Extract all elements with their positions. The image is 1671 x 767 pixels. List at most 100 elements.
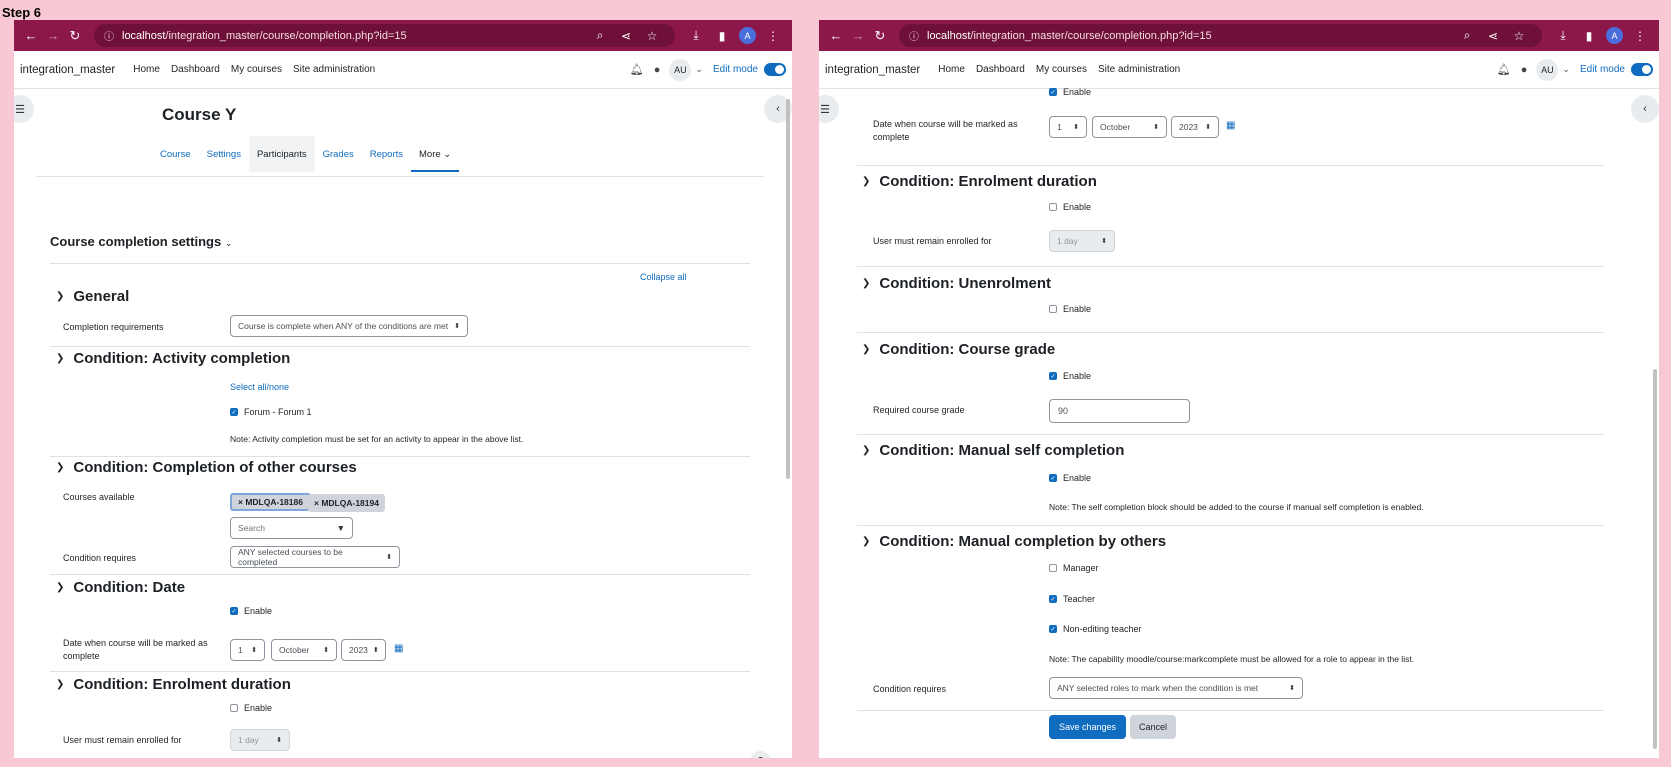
download-icon[interactable]: ⤓ [1550,28,1576,43]
nav-dashboard[interactable]: Dashboard [171,64,220,75]
section-manual-completion-by-others[interactable]: ❯ Condition: Manual completion by others [862,533,1166,550]
date-enable-checkbox[interactable]: ✓ Enable [1049,87,1091,97]
date-day-select[interactable]: 1 ⬍ [230,639,265,661]
completion-requirements-select[interactable]: Course is complete when ANY of the condi… [230,315,468,337]
forward-icon[interactable]: → [42,28,64,43]
checkbox[interactable] [1049,564,1057,572]
role-non-editing-teacher-checkbox[interactable]: ✓ Non-editing teacher [1049,624,1142,634]
chat-bubble-icon[interactable]: ● [1521,64,1528,76]
checkbox[interactable]: ✓ [1049,625,1057,633]
back-icon[interactable]: ← [825,28,847,43]
required-course-grade-input[interactable]: 90 [1049,399,1190,423]
date-year-select[interactable]: 2023 ⬍ [341,639,386,661]
tab-participants[interactable]: Participants [248,136,315,172]
save-changes-button[interactable]: Save changes [1049,715,1126,739]
nav-my-courses[interactable]: My courses [231,64,282,75]
help-button[interactable]: ? [750,751,771,758]
section-general[interactable]: ❯ General [56,288,129,305]
profile-avatar[interactable]: A [739,27,756,44]
section-manual-self-completion[interactable]: ❯ Condition: Manual self completion [862,442,1124,459]
share-icon[interactable]: ⋖ [1480,29,1506,43]
nav-my-courses[interactable]: My courses [1036,64,1087,75]
date-enable-checkbox[interactable]: ✓ Enable [230,606,272,616]
calendar-icon[interactable]: ▦ [1226,120,1235,131]
site-name[interactable]: integration_master [20,64,115,76]
nav-site-administration[interactable]: Site administration [293,64,375,75]
menu-kebab-icon[interactable]: ⋮ [760,29,786,43]
course-grade-enable-checkbox[interactable]: ✓ Enable [1049,371,1091,381]
role-teacher-checkbox[interactable]: ✓ Teacher [1049,594,1095,604]
remain-enrolled-select[interactable]: 1 day ⬍ [230,729,290,751]
user-avatar[interactable]: AU [1536,58,1559,81]
enrolment-enable-checkbox[interactable]: Enable [230,703,272,713]
tab-settings[interactable]: Settings [199,136,249,172]
zoom-icon[interactable]: ⌕ [1454,28,1480,43]
roles-condition-requires-select[interactable]: ANY selected roles to mark when the cond… [1049,677,1303,699]
page-heading[interactable]: Course completion settings ⌄ [50,234,232,249]
date-year-select[interactable]: 2023 ⬍ [1171,116,1219,138]
checkbox[interactable]: ✓ [230,607,238,615]
nav-home[interactable]: Home [938,64,965,75]
nav-home[interactable]: Home [133,64,160,75]
info-icon[interactable]: ⓘ [104,28,114,43]
role-manager-checkbox[interactable]: Manager [1049,563,1099,573]
course-index-icon[interactable]: ☰ [819,95,839,123]
back-icon[interactable]: ← [20,28,42,43]
chevron-left-icon[interactable]: ‹ [1631,95,1659,123]
checkbox[interactable]: ✓ [1049,474,1057,482]
select-all-none-link[interactable]: Select all/none [230,382,289,392]
scrollbar[interactable] [1653,369,1657,749]
courses-condition-requires-select[interactable]: ANY selected courses to be completed ⬍ [230,546,400,568]
side-panel-icon[interactable]: ▮ [1576,29,1602,43]
collapse-all-link[interactable]: Collapse all [640,272,687,282]
tab-grades[interactable]: Grades [315,136,362,172]
reload-icon[interactable]: ↻ [869,28,891,44]
checkbox[interactable] [1049,203,1057,211]
address-bar[interactable]: ⓘ localhost/integration_master/course/co… [94,24,675,47]
checkbox[interactable] [1049,305,1057,313]
user-avatar[interactable]: AU [669,58,692,81]
course-index-icon[interactable]: ☰ [14,95,34,123]
section-completion-other-courses[interactable]: ❯ Condition: Completion of other courses [56,459,357,476]
section-enrolment-duration[interactable]: ❯ Condition: Enrolment duration [56,676,291,693]
courses-search-input[interactable]: Search ▼ [230,517,353,539]
chevron-down-icon[interactable]: ⌄ [1562,64,1570,75]
chevron-down-icon[interactable]: ⌄ [695,64,703,75]
address-bar[interactable]: ⓘ localhost/integration_master/course/co… [899,24,1542,47]
cancel-button[interactable]: Cancel [1130,715,1176,739]
checkbox[interactable]: ✓ [230,408,238,416]
section-course-grade[interactable]: ❯ Condition: Course grade [862,341,1055,358]
edit-mode-toggle[interactable] [1631,63,1653,76]
calendar-icon[interactable]: ▦ [394,643,403,654]
zoom-icon[interactable]: ⌕ [587,28,613,43]
info-icon[interactable]: ⓘ [909,28,919,43]
section-enrolment-duration[interactable]: ❯ Condition: Enrolment duration [862,173,1097,190]
bell-icon[interactable]: 🔔︎ [1497,63,1511,76]
checkbox[interactable] [230,704,238,712]
course-chip[interactable]: × MDLQA-18186 [230,493,311,511]
share-icon[interactable]: ⋖ [613,29,639,43]
nav-dashboard[interactable]: Dashboard [976,64,1025,75]
checkbox[interactable]: ✓ [1049,595,1057,603]
forward-icon[interactable]: → [847,28,869,43]
date-month-select[interactable]: October ⬍ [1092,116,1167,138]
menu-kebab-icon[interactable]: ⋮ [1627,29,1653,43]
reload-icon[interactable]: ↻ [64,28,86,44]
side-panel-icon[interactable]: ▮ [709,29,735,43]
tab-reports[interactable]: Reports [362,136,411,172]
dropdown-arrow-icon[interactable]: ▼ [337,523,345,533]
profile-avatar[interactable]: A [1606,27,1623,44]
chat-bubble-icon[interactable]: ● [654,64,661,76]
bookmark-star-icon[interactable]: ☆ [1506,29,1532,43]
nav-site-administration[interactable]: Site administration [1098,64,1180,75]
site-name[interactable]: integration_master [825,64,920,76]
checkbox[interactable]: ✓ [1049,372,1057,380]
section-date[interactable]: ❯ Condition: Date [56,579,185,596]
section-activity-completion[interactable]: ❯ Condition: Activity completion [56,350,290,367]
manual-self-enable-checkbox[interactable]: ✓ Enable [1049,473,1091,483]
section-unenrolment[interactable]: ❯ Condition: Unenrolment [862,275,1051,292]
tab-course[interactable]: Course [152,136,199,172]
remain-enrolled-select[interactable]: 1 day ⬍ [1049,230,1115,252]
scrollbar[interactable] [786,99,790,479]
edit-mode-toggle[interactable] [764,63,786,76]
